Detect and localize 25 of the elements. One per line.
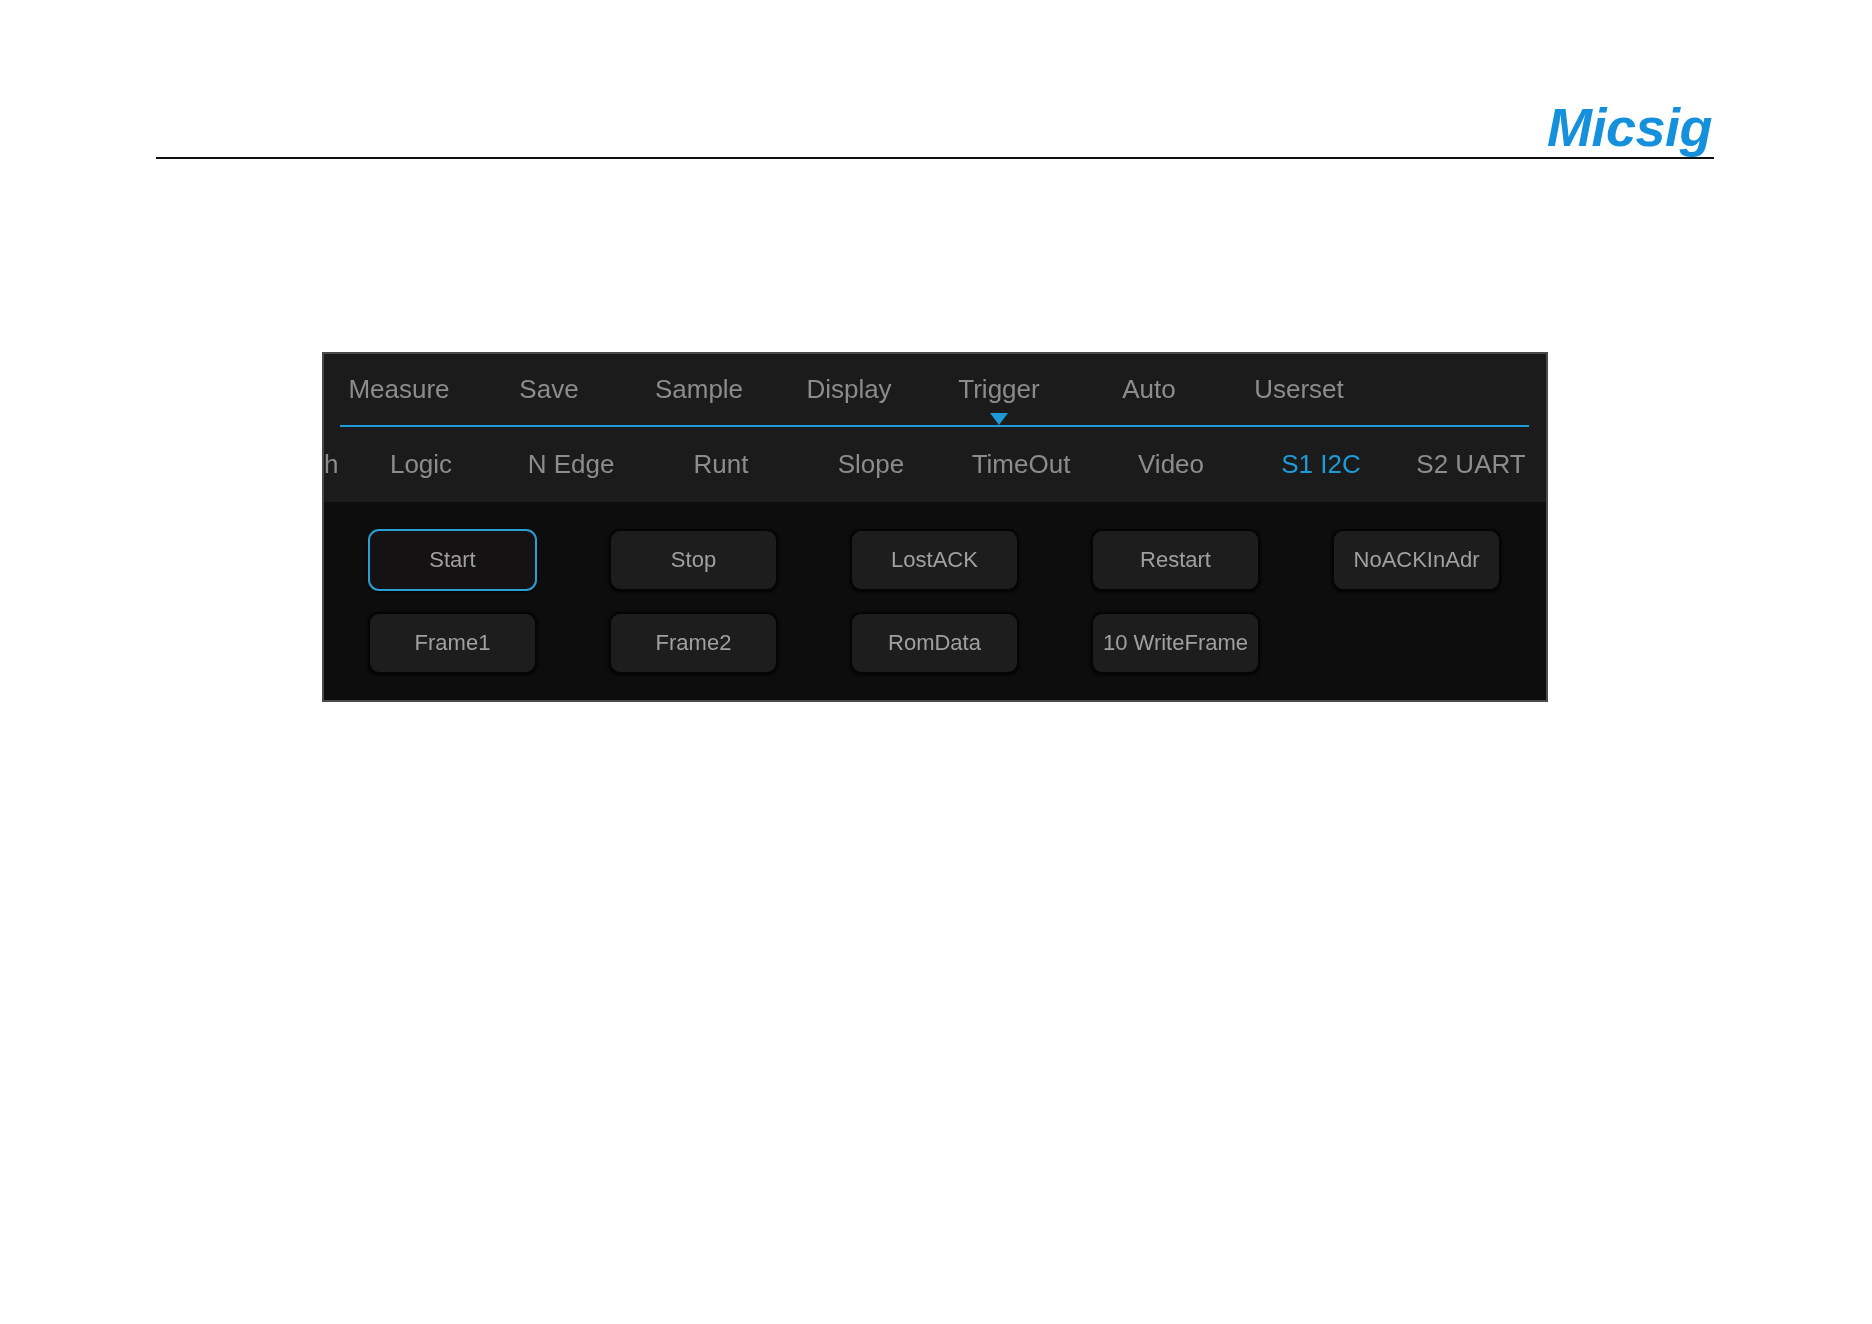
menu-tab[interactable]: Trigger <box>958 374 1040 425</box>
trigger-type-tab[interactable]: Slope <box>796 427 946 502</box>
trigger-type-tab[interactable]: h <box>324 427 346 502</box>
trigger-type-tab[interactable]: TimeOut <box>946 427 1096 502</box>
trigger-type-tab[interactable]: Logic <box>346 427 496 502</box>
trigger-type-tab[interactable]: Video <box>1096 427 1246 502</box>
menu-tab[interactable]: Userset <box>1254 374 1344 425</box>
trigger-type-tab[interactable]: Runt <box>646 427 796 502</box>
condition-button[interactable]: Frame2 <box>609 612 778 674</box>
menu-tab[interactable]: Sample <box>654 374 744 425</box>
condition-button[interactable]: LostACK <box>850 529 1019 591</box>
condition-button[interactable]: Start <box>368 529 537 591</box>
menu-tab[interactable]: Auto <box>1122 374 1176 425</box>
menu-tab[interactable]: Save <box>519 374 579 425</box>
condition-button[interactable]: RomData <box>850 612 1019 674</box>
menu-tab[interactable]: Measure <box>348 374 450 425</box>
trigger-type-tab[interactable]: N Edge <box>496 427 646 502</box>
condition-button[interactable]: Restart <box>1091 529 1260 591</box>
condition-button[interactable]: NoACKInAdr <box>1332 529 1501 591</box>
trigger-type-tab[interactable]: S1 I2C <box>1246 427 1396 502</box>
menu-tab[interactable]: Display <box>806 374 892 425</box>
condition-button[interactable]: Stop <box>609 529 778 591</box>
trigger-type-tab[interactable]: S2 UART <box>1396 427 1546 502</box>
condition-button[interactable]: Frame1 <box>368 612 537 674</box>
condition-button[interactable]: 10 WriteFrame <box>1091 612 1260 674</box>
